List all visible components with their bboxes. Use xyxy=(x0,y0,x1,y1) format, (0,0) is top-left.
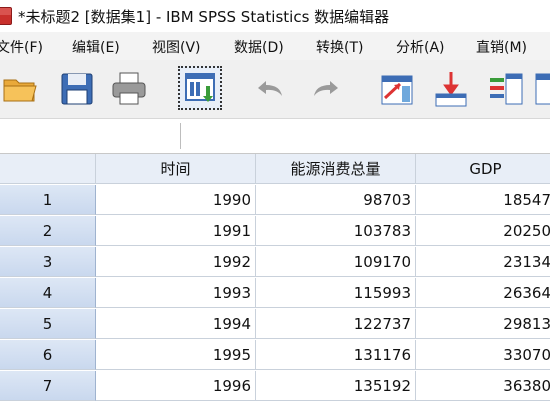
data-grid: 时间 能源消费总量 GDP 1 1990 98703 18547 2 1991 … xyxy=(0,154,550,402)
column-header-time[interactable]: 时间 xyxy=(96,154,256,184)
data-cell[interactable]: 20250 xyxy=(416,216,550,246)
table-row: 2 1991 103783 20250 xyxy=(0,216,550,247)
table-row: 4 1993 115993 26364 xyxy=(0,278,550,309)
spss-app-icon xyxy=(0,7,12,25)
row-header[interactable]: 7 xyxy=(0,371,96,401)
toolbar xyxy=(0,60,550,119)
data-cell[interactable]: 26364 xyxy=(416,278,550,308)
table-row: 7 1996 135192 36380 xyxy=(0,371,550,402)
menu-file[interactable]: 文件(F) xyxy=(0,37,43,57)
column-header-gdp[interactable]: GDP xyxy=(416,154,550,184)
data-cell[interactable]: 33070 xyxy=(416,340,550,370)
data-cell[interactable]: 1995 xyxy=(96,340,256,370)
print-icon[interactable] xyxy=(108,68,150,110)
data-cell[interactable]: 115993 xyxy=(256,278,416,308)
save-icon[interactable] xyxy=(56,68,98,110)
data-cell[interactable]: 1993 xyxy=(96,278,256,308)
title-bar: *未标题2 [数据集1] - IBM SPSS Statistics 数据编辑器 xyxy=(0,0,550,32)
table-row: 6 1995 131176 33070 xyxy=(0,340,550,371)
menu-bar: 文件(F) 编辑(E) 视图(V) 数据(D) 转换(T) 分析(A) 直销(M… xyxy=(0,32,550,60)
menu-view[interactable]: 视图(V) xyxy=(152,37,201,57)
grid-header-row: 时间 能源消费总量 GDP xyxy=(0,154,550,185)
open-folder-icon[interactable] xyxy=(0,68,40,110)
editor-separator xyxy=(180,123,181,149)
goto-case-icon[interactable] xyxy=(376,68,418,110)
table-row: 1 1990 98703 18547 xyxy=(0,185,550,216)
data-cell[interactable]: 29813 xyxy=(416,309,550,339)
redo-icon[interactable] xyxy=(306,68,348,110)
data-cell[interactable]: 1990 xyxy=(96,185,256,215)
dialog-recall-icon[interactable] xyxy=(178,66,222,110)
grid-corner[interactable] xyxy=(0,154,96,184)
goto-variable-icon[interactable] xyxy=(430,68,472,110)
menu-data[interactable]: 数据(D) xyxy=(234,37,284,57)
data-cell[interactable]: 131176 xyxy=(256,340,416,370)
split-file-icon[interactable] xyxy=(532,68,550,110)
table-row: 3 1992 109170 23134 xyxy=(0,247,550,278)
row-header[interactable]: 2 xyxy=(0,216,96,246)
data-cell[interactable]: 122737 xyxy=(256,309,416,339)
data-cell[interactable]: 109170 xyxy=(256,247,416,277)
window-title: *未标题2 [数据集1] - IBM SPSS Statistics 数据编辑器 xyxy=(18,7,390,26)
data-cell[interactable]: 1994 xyxy=(96,309,256,339)
data-cell[interactable]: 98703 xyxy=(256,185,416,215)
column-header-energy-consumption[interactable]: 能源消费总量 xyxy=(256,154,416,184)
data-cell[interactable]: 103783 xyxy=(256,216,416,246)
undo-icon[interactable] xyxy=(248,68,290,110)
data-cell[interactable]: 1992 xyxy=(96,247,256,277)
row-header[interactable]: 3 xyxy=(0,247,96,277)
data-cell[interactable]: 1991 xyxy=(96,216,256,246)
row-header[interactable]: 5 xyxy=(0,309,96,339)
row-header[interactable]: 4 xyxy=(0,278,96,308)
row-header[interactable]: 1 xyxy=(0,185,96,215)
data-cell[interactable]: 18547 xyxy=(416,185,550,215)
data-cell[interactable]: 23134 xyxy=(416,247,550,277)
variables-icon[interactable] xyxy=(486,68,528,110)
data-cell[interactable]: 1996 xyxy=(96,371,256,401)
data-cell[interactable]: 135192 xyxy=(256,371,416,401)
menu-transform[interactable]: 转换(T) xyxy=(316,37,363,57)
menu-analyze[interactable]: 分析(A) xyxy=(396,37,445,57)
table-row: 5 1994 122737 29813 xyxy=(0,309,550,340)
data-cell[interactable]: 36380 xyxy=(416,371,550,401)
menu-edit[interactable]: 编辑(E) xyxy=(72,37,120,57)
row-header[interactable]: 6 xyxy=(0,340,96,370)
cell-editor-bar[interactable] xyxy=(0,119,550,154)
menu-direct-marketing[interactable]: 直销(M) xyxy=(476,37,527,57)
